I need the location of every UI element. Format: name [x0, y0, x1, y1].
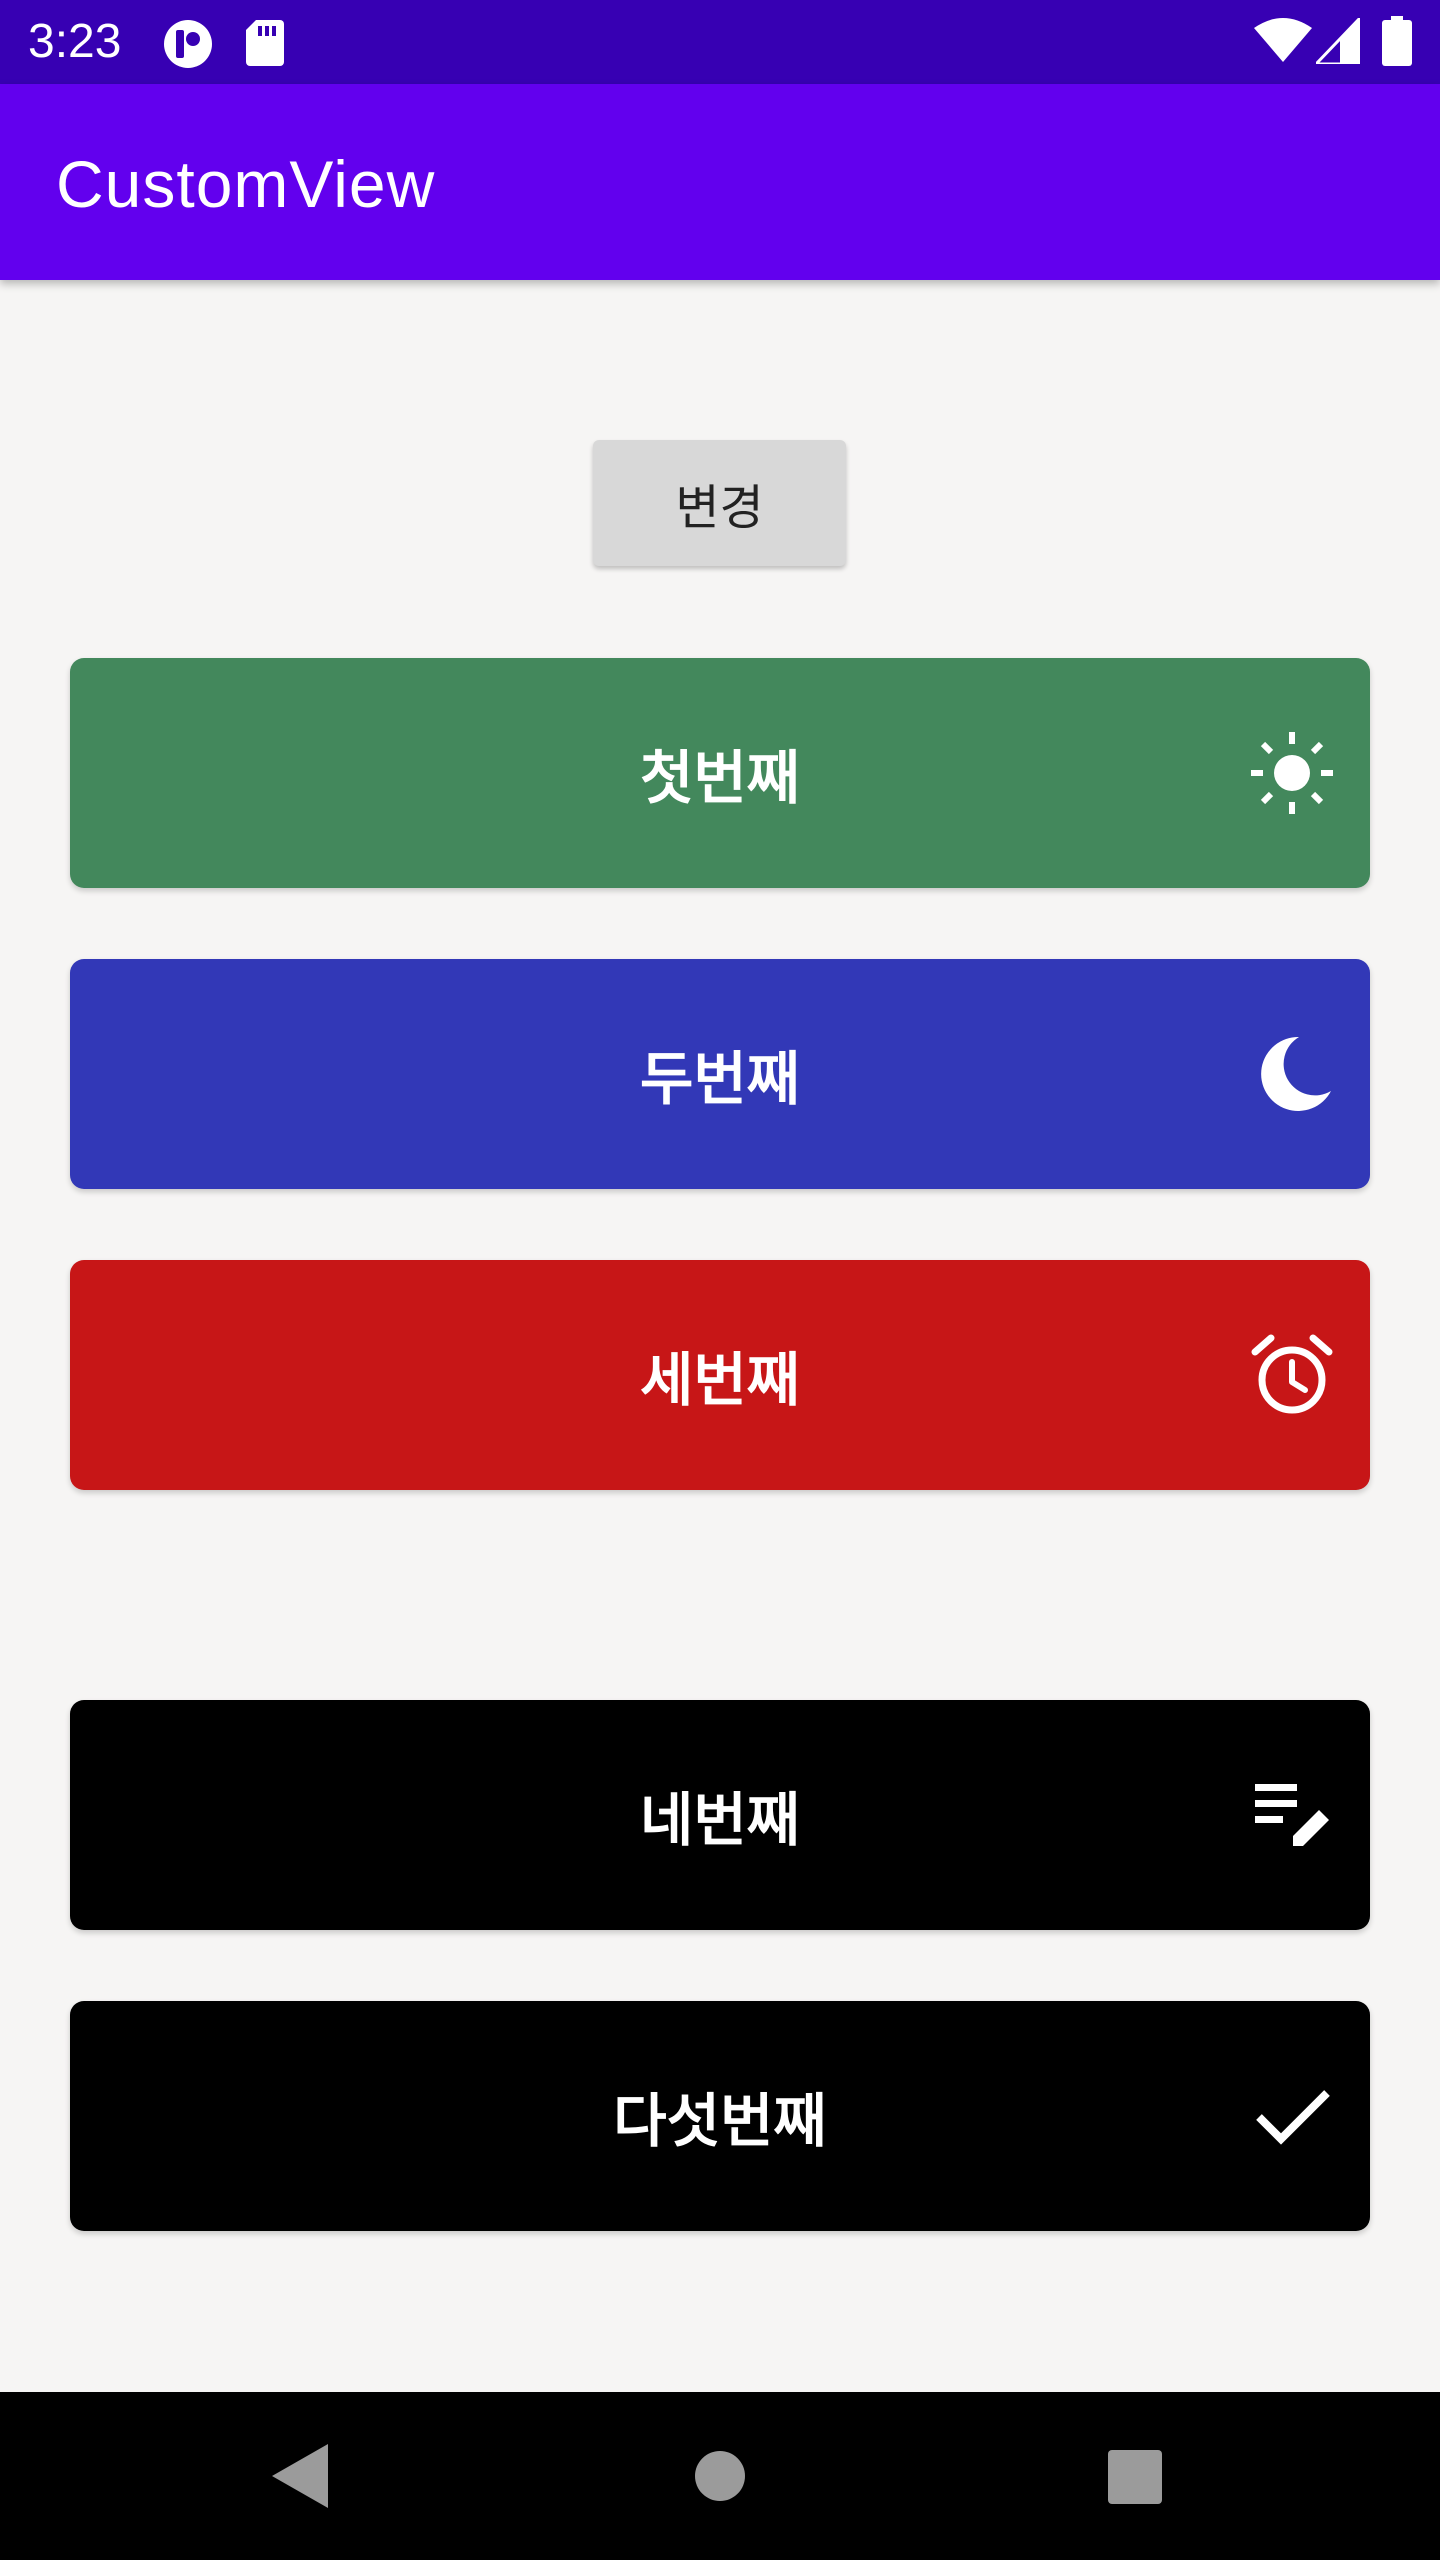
- card-label: 네번째: [639, 1786, 801, 1854]
- wifi-icon: [1254, 18, 1312, 62]
- recents-icon[interactable]: [1108, 2450, 1162, 2504]
- moon-icon: [1261, 1036, 1331, 1111]
- battery-icon: [1382, 16, 1412, 66]
- card-fourth[interactable]: 네번째: [70, 1700, 1370, 1930]
- card-second[interactable]: 두번째: [70, 959, 1370, 1189]
- app-notification-icon: [164, 20, 212, 68]
- sun-icon: [1251, 732, 1333, 814]
- status-time: 3:23: [28, 15, 122, 68]
- signal-icon: [1316, 18, 1360, 64]
- card-label: 두번째: [639, 1045, 801, 1113]
- home-icon[interactable]: [694, 2450, 746, 2502]
- alarm-clock-icon: [1251, 1334, 1333, 1414]
- sd-card-icon: [246, 20, 284, 66]
- edit-note-icon: [1255, 1784, 1329, 1846]
- app-bar: CustomView: [0, 84, 1440, 280]
- status-bar: 3:23: [0, 0, 1440, 84]
- card-first[interactable]: 첫번째: [70, 658, 1370, 888]
- back-icon[interactable]: [272, 2444, 328, 2508]
- card-label: 첫번째: [639, 744, 801, 812]
- card-label: 세번째: [639, 1346, 801, 1414]
- card-fifth[interactable]: 다섯번째: [70, 2001, 1370, 2231]
- navigation-bar: [0, 2392, 1440, 2560]
- card-third[interactable]: 세번째: [70, 1260, 1370, 1490]
- card-label: 다섯번째: [613, 2087, 827, 2155]
- app-title: CustomView: [56, 147, 436, 221]
- change-button[interactable]: 변경: [593, 440, 846, 566]
- check-icon: [1256, 2090, 1330, 2145]
